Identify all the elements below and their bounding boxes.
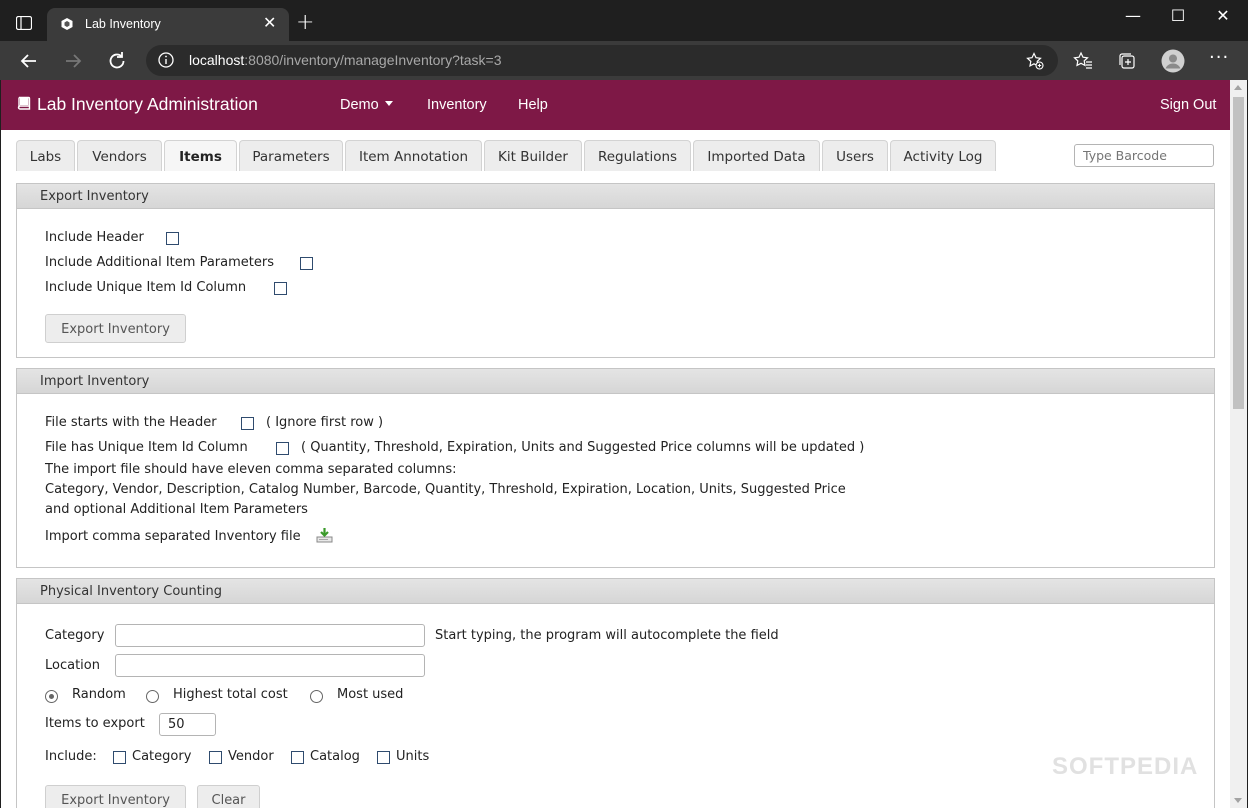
- nav-demo[interactable]: Demo: [340, 97, 393, 113]
- file-header-checkbox[interactable]: [241, 417, 254, 430]
- browser-titlebar: Lab Inventory ✕ + — ☐ ✕: [0, 0, 1248, 41]
- tab-parameters[interactable]: Parameters: [239, 140, 343, 171]
- include-units-label: Units: [396, 749, 430, 764]
- location-label: Location: [45, 658, 100, 673]
- book-icon: [17, 96, 31, 110]
- items-to-export-label: Items to export: [45, 716, 145, 731]
- browser-tab[interactable]: Lab Inventory ✕: [47, 8, 289, 41]
- tab-items[interactable]: Items: [164, 140, 237, 171]
- tab-labs[interactable]: Labs: [16, 140, 75, 171]
- web-page: Lab Inventory Administration Demo Invent…: [1, 80, 1230, 808]
- import-description-1: The import file should have eleven comma…: [45, 462, 457, 477]
- close-tab-icon[interactable]: ✕: [263, 15, 276, 31]
- include-params-checkbox[interactable]: [300, 257, 313, 270]
- close-window-icon[interactable]: ✕: [1200, 6, 1246, 26]
- export-inventory-button[interactable]: Export Inventory: [45, 314, 186, 343]
- items-to-export-input[interactable]: 50: [159, 713, 216, 736]
- page-scrollbar[interactable]: [1230, 80, 1247, 808]
- tab-activity-log[interactable]: Activity Log: [890, 140, 996, 171]
- add-favorite-icon[interactable]: [1026, 52, 1044, 70]
- include-vendor-label: Vendor: [228, 749, 274, 764]
- radio-random[interactable]: [45, 690, 58, 703]
- scroll-up-icon[interactable]: [1234, 85, 1242, 90]
- scroll-down-icon[interactable]: [1234, 798, 1242, 803]
- chevron-down-icon: [384, 101, 393, 106]
- refresh-icon[interactable]: [105, 49, 129, 73]
- tab-kit-builder[interactable]: Kit Builder: [484, 140, 582, 171]
- include-units-checkbox[interactable]: [377, 751, 390, 764]
- tab-imported-data[interactable]: Imported Data: [693, 140, 820, 171]
- tab-title: Lab Inventory: [85, 17, 161, 31]
- radio-most-used-label: Most used: [337, 687, 404, 702]
- include-catalog-label: Catalog: [310, 749, 360, 764]
- radio-random-label: Random: [72, 687, 126, 702]
- watermark: SOFTPEDIA: [1052, 753, 1199, 780]
- physical-inventory-panel: Physical Inventory Counting Category Sta…: [16, 578, 1215, 808]
- physical-panel-title: Physical Inventory Counting: [17, 579, 1214, 604]
- barcode-input[interactable]: [1074, 144, 1214, 167]
- import-description-3: and optional Additional Item Parameters: [45, 502, 308, 517]
- profile-avatar-icon[interactable]: [1161, 49, 1185, 73]
- nav-inventory[interactable]: Inventory: [427, 97, 487, 113]
- include-category-label: Category: [132, 749, 192, 764]
- import-file-label: Import comma separated Inventory file: [45, 529, 301, 544]
- include-label: Include:: [45, 749, 97, 764]
- sign-out-link[interactable]: Sign Out: [1160, 97, 1216, 113]
- include-header-checkbox[interactable]: [166, 232, 179, 245]
- include-params-label: Include Additional Item Parameters: [45, 255, 274, 270]
- category-hint: Start typing, the program will autocompl…: [435, 628, 779, 643]
- import-description-2: Category, Vendor, Description, Catalog N…: [45, 482, 846, 497]
- export-panel-title: Export Inventory: [17, 184, 1214, 209]
- export-inventory-panel: Export Inventory Include Header Include …: [16, 183, 1215, 358]
- maximize-icon[interactable]: ☐: [1155, 6, 1201, 26]
- info-icon[interactable]: [158, 52, 174, 68]
- import-inventory-panel: Import Inventory File starts with the He…: [16, 368, 1215, 568]
- window-menu-icon[interactable]: [16, 16, 32, 30]
- tab-regulations[interactable]: Regulations: [584, 140, 691, 171]
- file-header-note: ( Ignore first row ): [266, 415, 384, 430]
- location-input[interactable]: [115, 654, 425, 677]
- favorites-icon[interactable]: [1073, 51, 1093, 71]
- minimize-icon[interactable]: —: [1110, 6, 1156, 26]
- category-label: Category: [45, 628, 105, 643]
- address-bar[interactable]: localhost:8080/inventory/manageInventory…: [146, 45, 1058, 76]
- radio-highest-cost[interactable]: [146, 690, 159, 703]
- include-catalog-checkbox[interactable]: [291, 751, 304, 764]
- include-unique-id-label: Include Unique Item Id Column: [45, 280, 247, 295]
- category-input[interactable]: [115, 624, 425, 647]
- collections-icon[interactable]: [1117, 51, 1137, 71]
- include-category-checkbox[interactable]: [113, 751, 126, 764]
- scroll-thumb[interactable]: [1233, 97, 1244, 409]
- file-unique-id-checkbox[interactable]: [276, 442, 289, 455]
- radio-highest-cost-label: Highest total cost: [173, 687, 288, 702]
- favicon-icon: [61, 18, 73, 30]
- import-panel-title: Import Inventory: [17, 369, 1214, 394]
- radio-most-used[interactable]: [310, 690, 323, 703]
- app-header: Lab Inventory Administration Demo Invent…: [1, 80, 1230, 130]
- clear-button[interactable]: Clear: [197, 785, 260, 808]
- url-text: localhost:8080/inventory/manageInventory…: [189, 52, 502, 68]
- new-tab-icon[interactable]: +: [296, 12, 314, 34]
- back-icon[interactable]: [17, 49, 41, 73]
- forward-icon[interactable]: [61, 49, 85, 73]
- include-header-label: Include Header: [45, 230, 144, 245]
- tab-item-annotation[interactable]: Item Annotation: [345, 140, 482, 171]
- include-unique-id-checkbox[interactable]: [274, 282, 287, 295]
- app-brand[interactable]: Lab Inventory Administration: [17, 94, 258, 115]
- include-vendor-checkbox[interactable]: [209, 751, 222, 764]
- file-unique-id-note: ( Quantity, Threshold, Expiration, Units…: [301, 440, 865, 455]
- import-file-icon[interactable]: [316, 527, 333, 543]
- tab-users[interactable]: Users: [822, 140, 888, 171]
- nav-help[interactable]: Help: [518, 97, 548, 113]
- file-header-label: File starts with the Header: [45, 415, 217, 430]
- tab-vendors[interactable]: Vendors: [77, 140, 162, 171]
- browser-toolbar: localhost:8080/inventory/manageInventory…: [0, 41, 1248, 80]
- physical-export-button[interactable]: Export Inventory: [45, 785, 186, 808]
- more-options-icon[interactable]: ···: [1209, 47, 1229, 68]
- file-unique-id-label: File has Unique Item Id Column: [45, 440, 248, 455]
